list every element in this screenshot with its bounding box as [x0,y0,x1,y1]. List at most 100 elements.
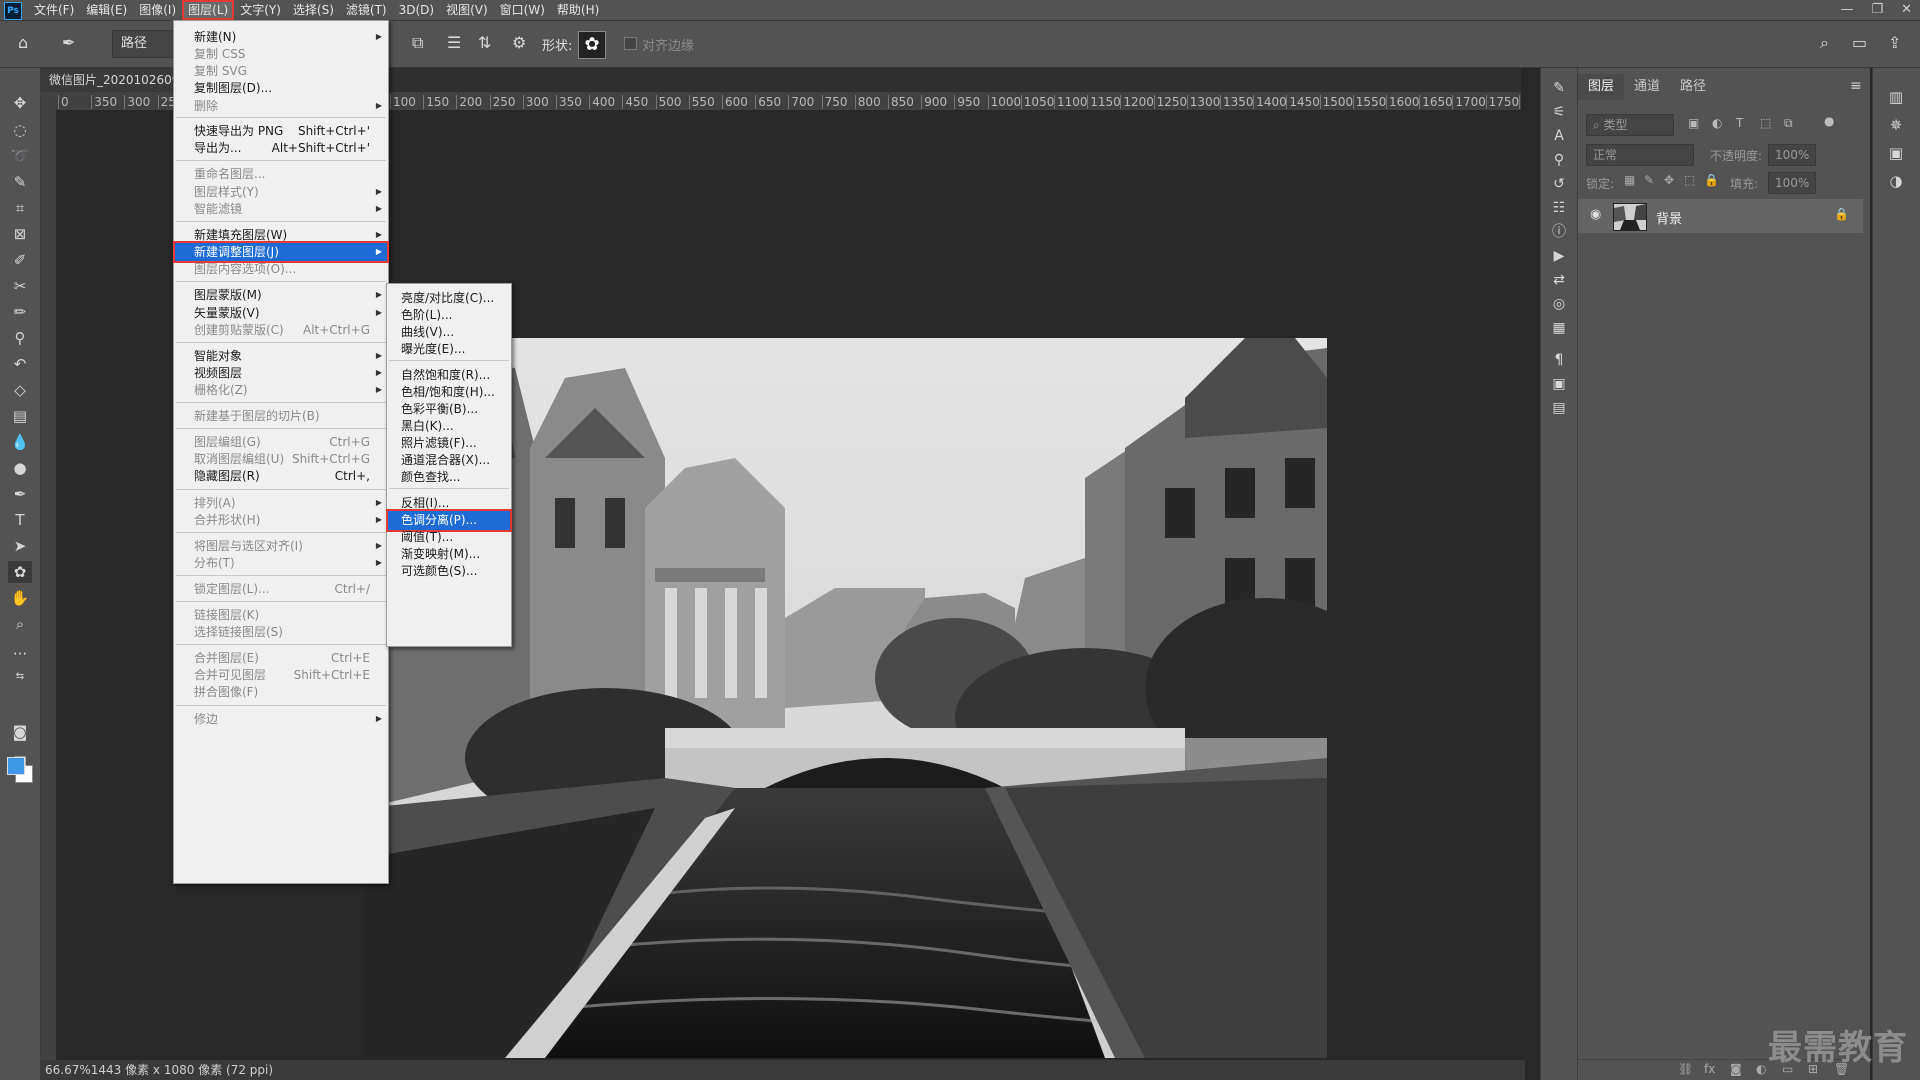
menu-8[interactable]: 视图(V) [440,0,494,20]
custom-shape-tool-icon[interactable]: ✿ [8,561,32,583]
menu-2[interactable]: 图像(I) [133,0,182,20]
marquee-tool-icon[interactable]: ◌ [8,119,32,141]
healing-brush-tool-icon[interactable]: ✂ [8,275,32,297]
path-selection-tool-icon[interactable]: ➤ [8,535,32,557]
adjustment-menu-item[interactable]: 曝光度(E)... [387,339,511,360]
glyphs-icon[interactable]: ▣ [1549,374,1569,394]
ruler-origin[interactable] [41,92,56,110]
tab-paths[interactable]: 路径 [1670,74,1716,100]
clone-source-icon[interactable]: ⚲ [1549,150,1569,170]
vertical-ruler[interactable] [41,110,57,1060]
layer-row-background[interactable]: ◉ 背景 🔒 [1578,199,1863,233]
history-icon[interactable]: ↺ [1549,174,1569,194]
opacity-input[interactable]: 100% [1768,144,1816,166]
blend-mode-select[interactable]: 正常 [1586,144,1694,166]
lock-position-icon[interactable]: ✥ [1664,173,1674,187]
lock-all-icon[interactable]: 🔒 [1704,173,1719,187]
gradient-tool-icon[interactable]: ▤ [8,405,32,427]
gear-icon[interactable]: ⚙ [512,32,526,54]
actions-icon[interactable]: ▶ [1549,246,1569,266]
layer-menu-item[interactable]: 复制图层(D)... [174,78,388,98]
close-button[interactable]: ✕ [1901,0,1912,20]
pen-tool-preset-icon[interactable]: ✒ [62,32,75,54]
lock-image-icon[interactable]: ✎ [1644,173,1654,187]
blur-tool-icon[interactable]: 💧 [8,431,32,453]
info-icon[interactable]: ⓘ [1549,222,1569,242]
crop-tool-icon[interactable]: ⌗ [8,197,32,219]
filter-type-icon[interactable]: T [1736,116,1743,130]
filter-toggle-icon[interactable]: ● [1824,114,1834,128]
restore-button[interactable]: ❐ [1871,0,1883,20]
minimize-button[interactable]: — [1840,0,1853,20]
type-tool-icon[interactable]: T [8,509,32,531]
menu-5[interactable]: 选择(S) [287,0,340,20]
adjustment-menu-item[interactable]: 可选颜色(S)... [387,561,511,582]
swap-colors-icon[interactable]: ⇆ [8,666,32,688]
panel-menu-icon[interactable]: ≡ [1850,78,1862,94]
home-icon[interactable]: ⌂ [18,32,28,54]
quick-selection-tool-icon[interactable]: ✎ [8,171,32,193]
menu-10[interactable]: 帮助(H) [551,0,605,20]
path-arrangement-icon[interactable]: ⇅ [478,32,491,54]
workspace-icon[interactable]: ▭ [1852,32,1867,54]
histogram-icon[interactable]: ▥ [1885,86,1907,108]
document-tab[interactable]: 微信图片_2020102609 [41,68,183,92]
filter-smart-object-icon[interactable]: ⧉ [1784,116,1793,131]
filter-pixel-icon[interactable]: ▣ [1688,116,1699,130]
character-icon[interactable]: A [1549,126,1569,146]
properties-icon[interactable]: ☷ [1549,198,1569,218]
adjustment-menu-item[interactable]: 颜色查找... [387,467,511,488]
path-alignment-icon[interactable]: ☰ [447,32,461,54]
fx-icon[interactable]: fx [1704,1062,1715,1076]
navigator-icon[interactable]: ✵ [1885,114,1907,136]
color-icon[interactable]: ◑ [1885,170,1907,192]
share-icon[interactable]: ⇪ [1888,32,1901,54]
menu-9[interactable]: 窗口(W) [494,0,551,20]
more-tools-icon[interactable]: ··· [8,643,32,665]
quick-mask-icon[interactable]: ◙ [8,721,32,743]
history-brush-tool-icon[interactable]: ↶ [8,353,32,375]
frame-tool-icon[interactable]: ⊠ [8,223,32,245]
brush-tool-icon[interactable]: ✏ [8,301,32,323]
move-tool-icon[interactable]: ✥ [8,92,32,114]
foreground-color-swatch[interactable] [7,757,25,775]
notes-icon[interactable]: ▤ [1549,398,1569,418]
filter-shape-icon[interactable]: ⬚ [1760,116,1771,130]
eyedropper-tool-icon[interactable]: ✐ [8,249,32,271]
lasso-tool-icon[interactable]: ➰ [8,145,32,167]
lock-artboard-icon[interactable]: ⬚ [1684,173,1695,187]
3d-icon[interactable]: ◎ [1549,294,1569,314]
shape-picker[interactable]: ✿ [578,31,606,59]
menu-1[interactable]: 编辑(E) [80,0,133,20]
layer-menu-item[interactable]: 导出为... Alt+Shift+Ctrl+' [174,138,388,158]
timeline-icon[interactable]: ⇄ [1549,270,1569,290]
brush-settings-icon[interactable]: ✎ [1549,78,1569,98]
pen-tool-icon[interactable]: ✒ [8,483,32,505]
new-adjustment-icon[interactable]: ◐ [1756,1062,1766,1076]
layer-menu-item[interactable]: 图层蒙版(M) ▶ [174,285,388,305]
layer-menu-item[interactable]: 隐藏图层(R) Ctrl+, [174,466,388,486]
layer-name[interactable]: 背景 [1656,208,1682,227]
libraries-icon[interactable]: ▣ [1885,142,1907,164]
tool-mode-select[interactable]: 路径 [112,30,182,58]
lock-transparent-icon[interactable]: ▦ [1624,173,1635,187]
align-edges-checkbox[interactable] [624,37,637,50]
tab-channels[interactable]: 通道 [1624,74,1670,100]
path-operations-icon[interactable]: ⧉ [412,32,423,54]
eraser-tool-icon[interactable]: ◇ [8,379,32,401]
menu-7[interactable]: 3D(D) [393,0,440,20]
menu-6[interactable]: 滤镜(T) [340,0,393,20]
menu-3[interactable]: 图层(L) [182,0,235,20]
link-layers-icon[interactable]: ⛓ [1678,1062,1693,1076]
layer-filter-select[interactable]: ⌕ 类型 [1586,114,1674,136]
table-icon[interactable]: ▦ [1549,318,1569,338]
hand-tool-icon[interactable]: ✋ [8,587,32,609]
zoom-tool-icon[interactable]: ⌕ [8,613,32,635]
dodge-tool-icon[interactable]: ● [8,457,32,479]
adjustments-icon[interactable]: ⚟ [1549,102,1569,122]
clone-stamp-tool-icon[interactable]: ⚲ [8,327,32,349]
paragraph-icon[interactable]: ¶ [1549,350,1569,370]
fill-input[interactable]: 100% [1768,172,1816,194]
eye-icon[interactable]: ◉ [1590,207,1601,222]
menu-4[interactable]: 文字(Y) [234,0,287,20]
